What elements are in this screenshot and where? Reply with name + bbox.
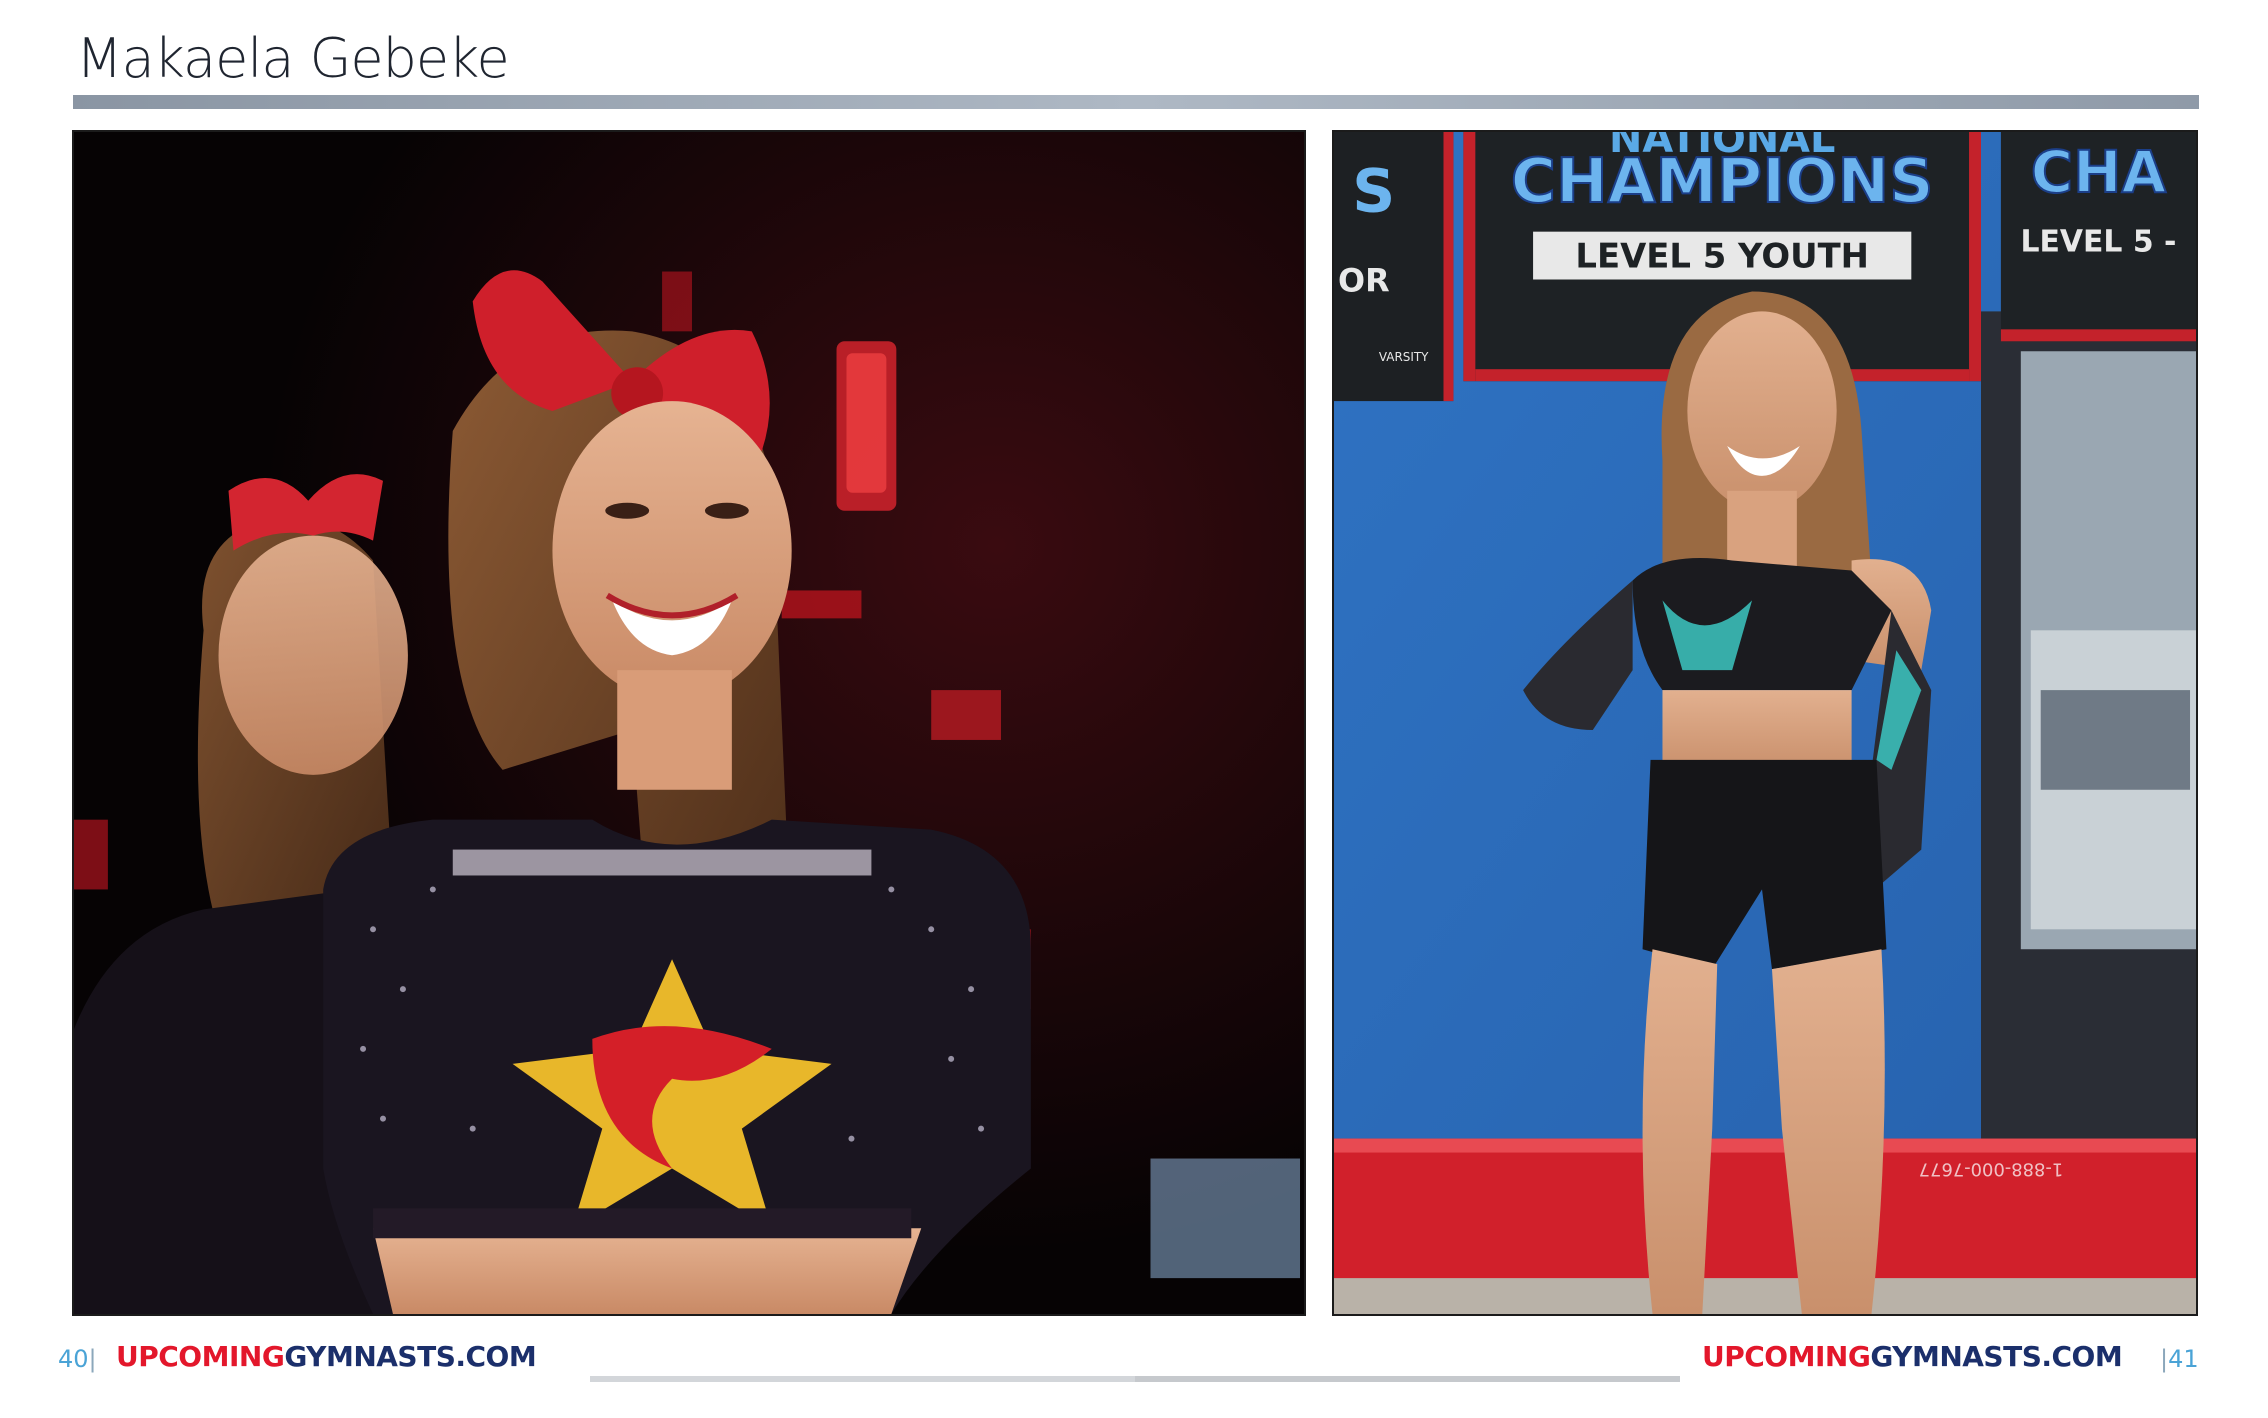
banner-left-partial: S: [1352, 158, 1395, 227]
page-number-right-value: 41: [2168, 1345, 2199, 1373]
banner-champions-text: CHAMPIONS: [1511, 145, 1934, 217]
mat-phone-text: 1-888-000-7677: [1919, 1159, 2064, 1180]
cheer-athlete-gym-photo: NATIONAL CHAMPIONS LEVEL 5 YOUTH CHA LEV…: [1334, 132, 2196, 1314]
banner-level-text: LEVEL 5 YOUTH: [1575, 237, 1869, 276]
page-number-right: |41: [2160, 1345, 2199, 1373]
page-number-separator: |: [2160, 1345, 2169, 1373]
brand-logo-right: UPCOMINGGYMNASTS.COM: [1702, 1340, 2123, 1373]
page-number-left-value: 40: [58, 1345, 89, 1373]
magazine-spread: Makaela Gebeke NATIONAL CHAMPIONS LEVEL …: [0, 0, 2268, 1418]
left-photo: [72, 130, 1306, 1316]
banner-right-sub: LEVEL 5 -: [2021, 225, 2177, 260]
cheer-athlete-stage-photo: [74, 132, 1304, 1314]
title-divider: [73, 95, 2199, 109]
page-number-left: 40|: [58, 1345, 97, 1373]
banner-left-partial-sub: OR: [1338, 261, 1390, 299]
brand-part2: GYMNASTS.COM: [284, 1340, 537, 1373]
right-photo: NATIONAL CHAMPIONS LEVEL 5 YOUTH CHA LEV…: [1332, 130, 2198, 1316]
page-title: Makaela Gebeke: [76, 27, 510, 90]
banner-logo-text: VARSITY: [1379, 350, 1429, 364]
footer-divider-right: [1135, 1376, 1680, 1382]
page-number-separator: |: [88, 1345, 97, 1373]
footer-divider-left: [590, 1376, 1135, 1382]
brand-part1: UPCOMING: [1702, 1340, 1871, 1373]
brand-logo-left: UPCOMINGGYMNASTS.COM: [116, 1340, 537, 1373]
banner-right-title: CHA: [2031, 138, 2167, 206]
brand-part1: UPCOMING: [116, 1340, 285, 1373]
brand-part2: GYMNASTS.COM: [1870, 1340, 2123, 1373]
